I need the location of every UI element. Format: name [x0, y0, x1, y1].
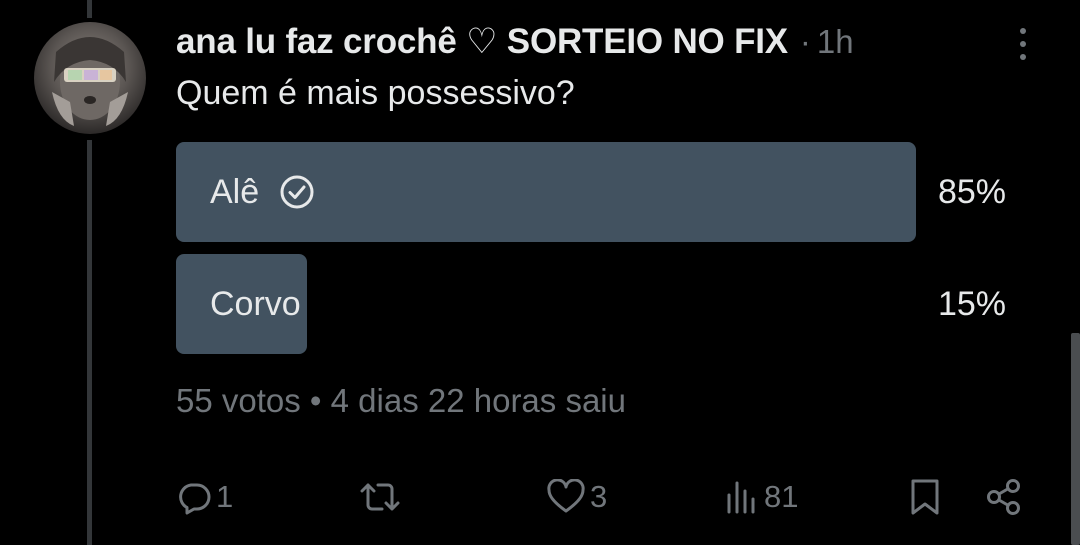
- post-header: ana lu faz crochê ♡ SORTEIO NO FIX · 1h: [176, 18, 854, 66]
- like-count: 3: [590, 479, 608, 514]
- bookmark-button[interactable]: [908, 472, 942, 522]
- poll-option-text: Alê: [210, 172, 260, 211]
- retweet-icon: [360, 483, 400, 511]
- display-name[interactable]: ana lu faz crochê ♡ SORTEIO NO FIX: [176, 22, 788, 62]
- action-bar: 1 3 81: [176, 472, 1026, 522]
- post-time[interactable]: 1h: [817, 23, 854, 61]
- views-button[interactable]: 81: [724, 472, 798, 522]
- poll-option-percent: 85%: [937, 172, 1006, 211]
- views-count: 81: [764, 479, 799, 514]
- poll-option-ale: Alê 85%: [176, 142, 1016, 242]
- share-icon: [987, 479, 1020, 515]
- retweet-button[interactable]: [356, 472, 408, 522]
- avatar-image: [52, 37, 128, 126]
- thread-line-top: [87, 0, 92, 18]
- poll-option-corvo: Corvo 15%: [176, 254, 1016, 354]
- views-chart-icon: [727, 481, 755, 514]
- poll-option-text: Corvo: [210, 284, 301, 323]
- poll-option-label: Corvo: [210, 254, 301, 354]
- more-vertical-icon[interactable]: [1008, 24, 1038, 64]
- heart-icon: [547, 479, 585, 513]
- check-circle-icon: [280, 175, 314, 209]
- poll-option-label: Alê: [210, 142, 315, 242]
- poll-meta: 55 votos • 4 dias 22 horas saiu: [176, 382, 626, 419]
- share-button[interactable]: [984, 472, 1024, 522]
- separator-dot: ·: [799, 23, 811, 60]
- scrollbar[interactable]: [1071, 333, 1080, 545]
- bookmark-icon: [911, 479, 939, 515]
- poll-question: Quem é mais possessivo?: [176, 74, 575, 112]
- reply-icon: [179, 483, 211, 515]
- reply-count: 1: [216, 479, 234, 514]
- reply-button[interactable]: 1: [176, 472, 233, 522]
- poll-option-percent: 15%: [937, 284, 1006, 323]
- thread-line: [87, 140, 92, 545]
- like-button[interactable]: 3: [546, 472, 607, 522]
- avatar[interactable]: [34, 22, 146, 134]
